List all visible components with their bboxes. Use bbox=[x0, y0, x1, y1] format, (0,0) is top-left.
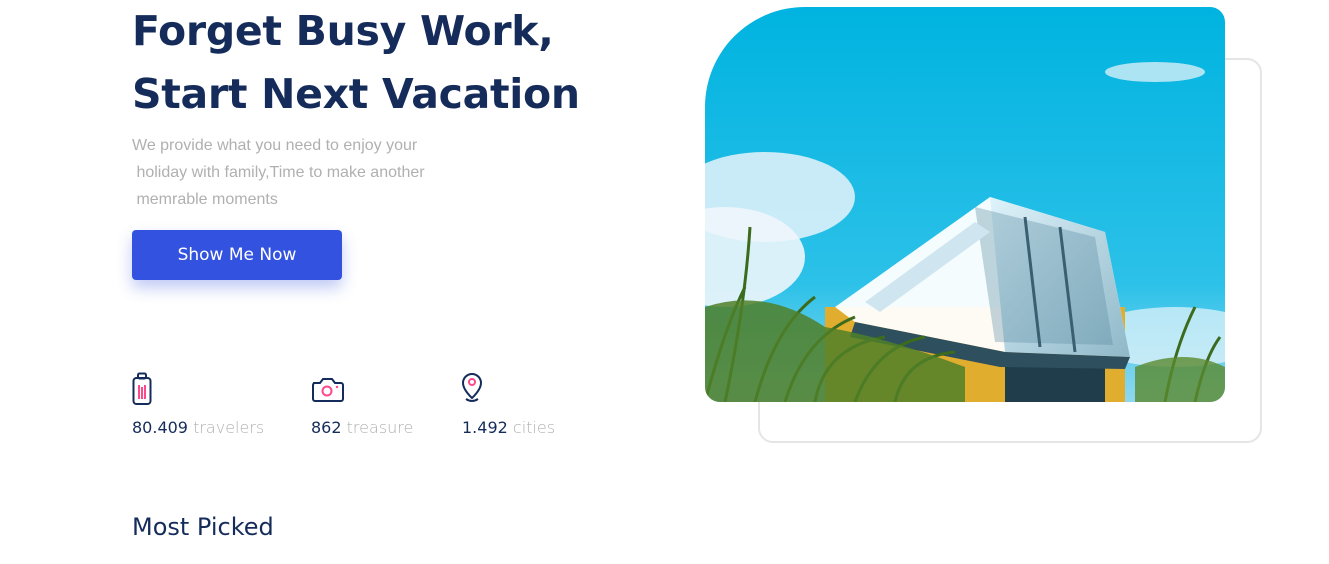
hero-headline-line-1: Forget Busy Work, bbox=[132, 7, 554, 55]
stat-cities-unit: cities bbox=[512, 418, 556, 437]
stat-treasure-label: 862 treasure bbox=[311, 418, 413, 437]
hero-headline-line-2: Start Next Vacation bbox=[132, 70, 580, 118]
landing-page: Forget Busy Work, Start Next Vacation We… bbox=[0, 0, 1329, 564]
stat-travelers-unit: travelers bbox=[193, 418, 265, 437]
stat-treasure: 862 treasure bbox=[311, 372, 413, 437]
stat-travelers: 80.409 travelers bbox=[132, 372, 264, 437]
stat-treasure-unit: treasure bbox=[346, 418, 414, 437]
hero-description-line-2: holiday with family,Time to make another bbox=[132, 164, 425, 181]
hero-image bbox=[705, 7, 1225, 402]
suitcase-icon bbox=[132, 372, 152, 405]
hero-description-line-3: memrable moments bbox=[132, 191, 278, 208]
hero-description-line-1: We provide what you need to enjoy your bbox=[132, 137, 418, 154]
stat-cities-label: 1.492 cities bbox=[462, 418, 555, 437]
stat-travelers-number: 80.409 bbox=[132, 418, 188, 437]
camera-icon bbox=[312, 378, 344, 402]
hero-house-illustration bbox=[705, 7, 1225, 402]
hero-headline: Forget Busy Work, Start Next Vacation bbox=[132, 0, 692, 126]
hero-description: We provide what you need to enjoy your h… bbox=[132, 132, 492, 213]
stat-treasure-number: 862 bbox=[311, 418, 342, 437]
map-pin-icon bbox=[462, 372, 483, 402]
most-picked-title: Most Picked bbox=[132, 513, 274, 541]
stat-travelers-label: 80.409 travelers bbox=[132, 418, 264, 437]
show-me-now-button[interactable]: Show Me Now bbox=[132, 230, 342, 280]
stat-cities-number: 1.492 bbox=[462, 418, 508, 437]
stat-cities: 1.492 cities bbox=[462, 372, 555, 437]
